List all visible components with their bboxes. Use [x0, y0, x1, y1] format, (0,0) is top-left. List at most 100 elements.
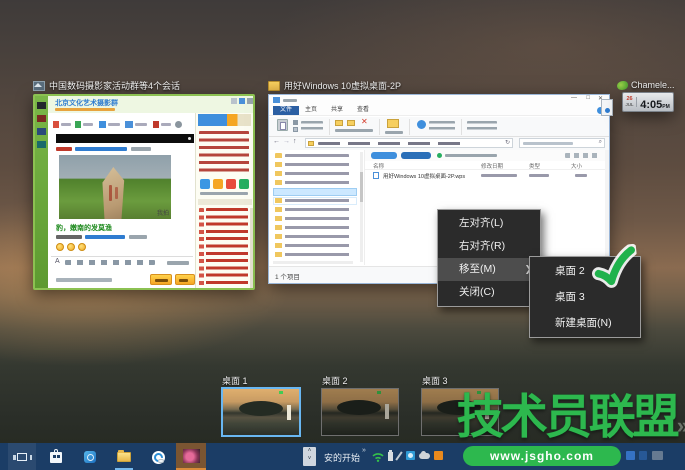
- toolbar-icons-placeholder: [65, 260, 155, 265]
- ribbon-tabs: 文件 主页 共享 查看: [269, 105, 609, 116]
- tab-file: 文件: [273, 106, 299, 115]
- emoji-icon: [56, 243, 64, 251]
- menu-item-move-to[interactable]: 移至(M) ❯: [438, 258, 540, 281]
- task-view-button[interactable]: [8, 443, 36, 470]
- ribbon: ✕: [269, 117, 609, 137]
- text-placeholder: [301, 121, 323, 131]
- column-date: 修改日期: [481, 162, 503, 170]
- quick-access-toolbar-placeholder: [283, 99, 297, 102]
- text-placeholder: [200, 192, 248, 195]
- menu-item-close[interactable]: 关闭(C): [438, 281, 540, 304]
- minimize-icon: [231, 98, 237, 104]
- view-icons-placeholder: [565, 153, 599, 158]
- app-icon: [226, 179, 236, 189]
- scrollbar: [250, 208, 253, 288]
- file-explorer-button[interactable]: [110, 443, 138, 470]
- tray-toolbar-label: 安的开始: [324, 451, 360, 464]
- text-placeholder: [445, 154, 497, 157]
- qq-link-line: [56, 147, 188, 151]
- cloud-icon: [419, 453, 430, 459]
- file-explorer-icon: [117, 452, 131, 462]
- close-icon: [247, 98, 253, 104]
- text-placeholder: [108, 123, 120, 126]
- text-placeholder: [429, 121, 455, 131]
- qq-side-panel: [195, 113, 253, 288]
- desktop2-label: 桌面 2: [322, 374, 348, 387]
- photos-app-button[interactable]: [176, 443, 206, 470]
- app-icon: [213, 179, 223, 189]
- menu-item-snap-left[interactable]: 左对齐(L): [438, 212, 540, 235]
- thumbnail-context-menu: 左对齐(L) 右对齐(R) 移至(M) ❯ 关闭(C): [437, 209, 541, 307]
- pane-toolbar: [365, 150, 605, 161]
- desktop1-thumbnail[interactable]: [221, 387, 301, 437]
- qq-sidebar: [35, 96, 48, 288]
- qq-titlebar: 北京文化艺术摄影群: [48, 96, 253, 113]
- text-placeholder: [56, 235, 82, 239]
- flag-icon: [53, 121, 59, 128]
- settings-gear-icon: [175, 121, 182, 128]
- inscription-placeholder: [109, 185, 112, 201]
- navigation-tree: [269, 150, 363, 265]
- qq-thumbnail-label: 中国数码摄影家活动群等4个会话: [33, 79, 180, 92]
- qq-chat-window-thumbnail[interactable]: 北京文化艺术摄影群: [33, 94, 255, 290]
- q-browser-button[interactable]: [144, 443, 172, 470]
- show-hidden-icons-button[interactable]: ˄ ˅: [303, 447, 316, 466]
- qq-bottom-bar: [56, 274, 196, 286]
- file-row: 用好Windows 10虚拟桌面-2P.wps: [365, 171, 605, 180]
- item-count: 1 个项目: [275, 271, 300, 281]
- close-session-button: [175, 274, 195, 285]
- utility-window-fragment[interactable]: [601, 99, 613, 116]
- divider: [379, 119, 380, 135]
- watermark-arrow: »: [677, 413, 685, 438]
- sync-app-icon: [406, 451, 415, 460]
- watermark-url: www.jsgho.com: [490, 449, 594, 463]
- desktop1-label: 桌面 1: [222, 374, 248, 387]
- mini-clock-dot: [279, 391, 283, 394]
- store-bag-icon: [50, 452, 62, 463]
- app-icon: [200, 179, 210, 189]
- tree-labels-placeholder: [285, 154, 349, 262]
- select-group-placeholder: [467, 121, 497, 131]
- qq-window-title: 中国数码摄影家活动群等4个会话: [49, 79, 180, 92]
- menu-label: 桌面 3: [555, 291, 585, 303]
- clock-month: JUL: [623, 103, 636, 108]
- text-placeholder: [55, 108, 115, 111]
- divider: [461, 119, 462, 135]
- address-bar-row: ← → ↑ ↻ ⌕: [269, 137, 609, 150]
- menu-label: 关闭(C): [459, 286, 495, 298]
- browser-button[interactable]: [76, 443, 104, 470]
- size-placeholder: [575, 174, 587, 177]
- desktop2-thumbnail[interactable]: [321, 388, 399, 436]
- clock-time-block: 4:05PM: [637, 93, 673, 112]
- announcement-lines-placeholder: [199, 131, 249, 175]
- qq-ad-banner: [56, 134, 194, 143]
- tray-clock-area: [652, 451, 663, 460]
- chameleon-clock-widget[interactable]: 26 JUL 4:05PM: [622, 92, 674, 112]
- link-placeholder: [75, 147, 127, 151]
- menu-item-snap-right[interactable]: 右对齐(R): [438, 235, 540, 258]
- task-view-icon-right: [30, 455, 33, 460]
- tray-app-icon: [639, 451, 647, 460]
- text-placeholder: [385, 131, 403, 134]
- orange-app-icon: [434, 451, 443, 460]
- submenu-item-new-desktop[interactable]: 新建桌面(N): [530, 310, 640, 336]
- blue-dot-icon: [605, 108, 610, 113]
- toolbar-button: [401, 152, 431, 159]
- text-placeholder: [167, 261, 189, 265]
- file-name: 用好Windows 10虚拟桌面-2P.wps: [383, 172, 465, 180]
- copy-icon: [293, 127, 298, 132]
- light-reflection: [287, 405, 291, 420]
- type-placeholder: [529, 174, 549, 177]
- send-button: [150, 274, 172, 285]
- tree-silhouette: [239, 401, 283, 416]
- up-icon: ↑: [293, 138, 297, 145]
- mini-clock-dot: [377, 391, 381, 394]
- column-size: 大小: [571, 162, 582, 170]
- menu-label: 左对齐(L): [459, 217, 503, 229]
- file-icon: [125, 121, 133, 128]
- menu-label: 右对齐(R): [459, 240, 505, 252]
- member-list-header: [198, 199, 252, 205]
- ime-icon: [626, 451, 635, 460]
- store-button[interactable]: [42, 443, 70, 470]
- chat-message-text: 豹，嫩南的发莫渔: [56, 223, 112, 233]
